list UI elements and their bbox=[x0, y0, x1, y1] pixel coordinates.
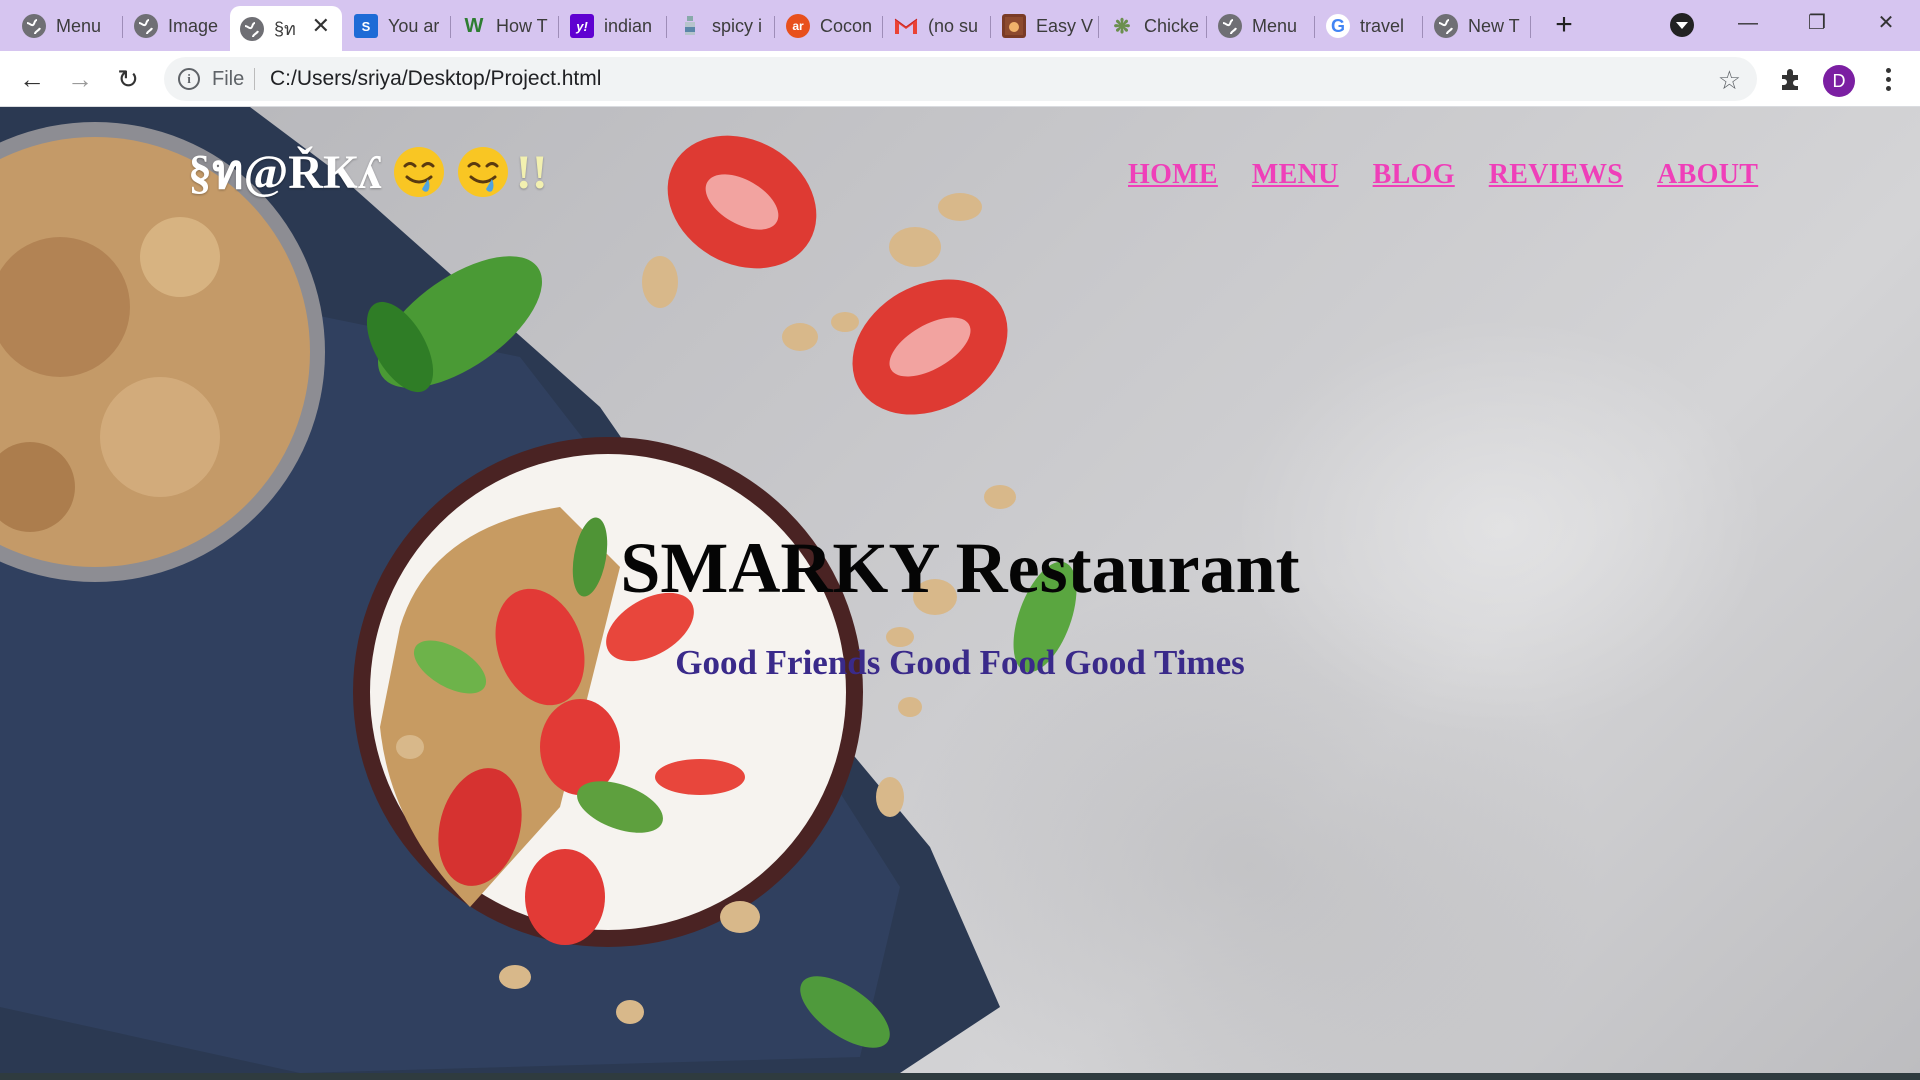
tab-you-are[interactable]: S You ar bbox=[344, 6, 448, 46]
bookmark-star-icon[interactable]: ☆ bbox=[1718, 65, 1741, 96]
nav-link-blog[interactable]: BLOG bbox=[1373, 159, 1455, 191]
tab-separator bbox=[882, 16, 883, 38]
tab-separator bbox=[1314, 16, 1315, 38]
tab-title: Easy V bbox=[1036, 15, 1094, 36]
tab-separator bbox=[990, 16, 991, 38]
browser-toolbar: ← → ↻ i File C:/Users/sriya/Desktop/Proj… bbox=[0, 51, 1920, 107]
image-icon bbox=[1002, 14, 1026, 38]
tab-separator bbox=[1098, 16, 1099, 38]
allrecipes-icon: ar bbox=[786, 14, 810, 38]
tab-how-to[interactable]: W How T bbox=[452, 6, 556, 46]
minimize-icon[interactable]: — bbox=[1728, 8, 1768, 38]
tab-menu[interactable]: Menu bbox=[12, 6, 120, 46]
hero-section: §ท@ŘКʎ !! HOME MENU BLOG REVIEWS ABOUT S… bbox=[0, 107, 1920, 1073]
tab-separator bbox=[1206, 16, 1207, 38]
globe-icon bbox=[22, 14, 46, 38]
tab-indian[interactable]: y! indian bbox=[560, 6, 664, 46]
tab-title: Image bbox=[168, 15, 219, 36]
tab-separator bbox=[1422, 16, 1423, 38]
leaf-icon: ❋ bbox=[1113, 15, 1131, 38]
drooling-face-icon bbox=[393, 147, 444, 197]
tab-title: New T bbox=[1468, 15, 1520, 36]
tab-separator bbox=[666, 16, 667, 38]
close-tab-icon[interactable]: ✕ bbox=[312, 14, 330, 38]
back-arrow-icon[interactable]: ← bbox=[16, 63, 48, 95]
info-icon[interactable]: i bbox=[178, 68, 200, 90]
hero-subtitle: Good Friends Good Food Good Times bbox=[675, 643, 1245, 682]
tab-spicy[interactable]: spicy i bbox=[668, 6, 772, 46]
gmail-icon bbox=[894, 14, 918, 38]
tab-title: Menu bbox=[56, 15, 102, 36]
bottle-icon bbox=[678, 14, 702, 38]
new-tab-button[interactable]: + bbox=[1548, 10, 1580, 42]
drooling-face-icon bbox=[457, 147, 508, 197]
tab-title: Cocon bbox=[820, 15, 873, 36]
tab-title: You ar bbox=[388, 15, 440, 36]
url-text[interactable]: C:/Users/sriya/Desktop/Project.html bbox=[270, 67, 601, 91]
page-bottom-strip bbox=[0, 1073, 1920, 1080]
brand-text: §ท@ŘКʎ bbox=[188, 146, 382, 199]
tab-active-project[interactable]: §ท ✕ bbox=[230, 6, 342, 51]
tab-title: (no su bbox=[928, 15, 979, 36]
tab-chicken[interactable]: ❋ Chicke bbox=[1100, 6, 1204, 46]
tab-title: travel bbox=[1360, 15, 1405, 36]
tab-image[interactable]: Image bbox=[124, 6, 228, 46]
url-scheme-label: File bbox=[212, 68, 245, 90]
site-logo[interactable]: §ท@ŘКʎ !! bbox=[188, 142, 548, 202]
menu-kebab-icon[interactable] bbox=[1878, 65, 1898, 97]
globe-icon bbox=[240, 16, 264, 41]
hero-title: SMARKY Restaurant bbox=[620, 528, 1300, 608]
nav-link-home[interactable]: HOME bbox=[1128, 159, 1218, 191]
tab-gmail[interactable]: (no su bbox=[884, 6, 988, 46]
forward-arrow-icon[interactable]: → bbox=[64, 63, 96, 95]
globe-icon bbox=[1434, 14, 1458, 38]
brand-suffix: !! bbox=[515, 145, 548, 199]
main-nav: HOME MENU BLOG REVIEWS ABOUT bbox=[1128, 159, 1758, 191]
tab-new-tab[interactable]: New T bbox=[1424, 6, 1528, 46]
restore-icon[interactable]: ❐ bbox=[1797, 8, 1837, 38]
tab-coconut[interactable]: ar Cocon bbox=[776, 6, 880, 46]
tab-strip: Menu Image §ท ✕ S You ar W How T y! indi… bbox=[0, 0, 1920, 51]
nav-link-about[interactable]: ABOUT bbox=[1657, 159, 1758, 191]
close-window-icon[interactable]: ✕ bbox=[1866, 8, 1906, 38]
reload-icon[interactable]: ↻ bbox=[112, 63, 144, 95]
tab-separator bbox=[122, 16, 123, 38]
omnibox-divider bbox=[254, 68, 255, 90]
tab-title: spicy i bbox=[712, 15, 763, 36]
tab-travel[interactable]: G travel bbox=[1316, 6, 1420, 46]
tab-separator bbox=[774, 16, 775, 38]
tab-menu-2[interactable]: Menu bbox=[1208, 6, 1312, 46]
tab-title: Chicke bbox=[1144, 15, 1200, 36]
avatar[interactable]: D bbox=[1823, 65, 1855, 97]
google-icon: G bbox=[1326, 14, 1350, 38]
extensions-puzzle-icon[interactable] bbox=[1778, 66, 1804, 92]
tab-easy[interactable]: Easy V bbox=[992, 6, 1096, 46]
globe-icon bbox=[134, 14, 158, 38]
yahoo-icon: y! bbox=[570, 14, 594, 38]
tab-title: How T bbox=[496, 15, 548, 36]
s-icon: S bbox=[354, 14, 378, 38]
tab-title: indian bbox=[604, 15, 653, 36]
tab-title: Menu bbox=[1252, 15, 1298, 36]
tab-separator bbox=[558, 16, 559, 38]
address-bar[interactable]: i File C:/Users/sriya/Desktop/Project.ht… bbox=[164, 57, 1757, 101]
wikihow-icon: W bbox=[464, 14, 484, 37]
nav-link-menu[interactable]: MENU bbox=[1252, 159, 1339, 191]
nav-link-reviews[interactable]: REVIEWS bbox=[1489, 159, 1623, 191]
tab-search-dropdown-icon[interactable] bbox=[1670, 13, 1694, 37]
tab-separator bbox=[450, 16, 451, 38]
tab-separator bbox=[1530, 16, 1531, 38]
globe-icon bbox=[1218, 14, 1242, 38]
tab-title: §ท bbox=[274, 19, 296, 39]
